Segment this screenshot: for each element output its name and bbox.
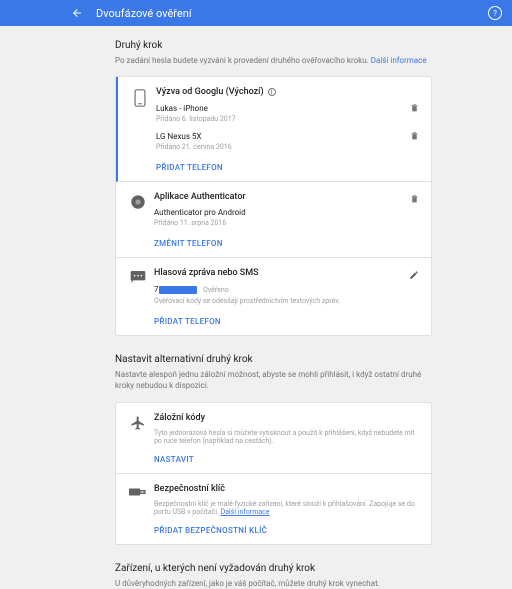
add-phone-button[interactable]: PŘIDAT TELEFON [154, 317, 221, 326]
more-info-link[interactable]: Další informace [371, 56, 427, 65]
step-security-key: Bezpečnostní klíč Bezpečnostní klíč je m… [116, 474, 431, 544]
add-key-button[interactable]: PŘIDAT BEZPEČNOSTNÍ KLÍČ [154, 526, 267, 535]
verified-badge: Ověřeno [203, 286, 229, 294]
change-phone-button[interactable]: ZMĚNIT TELEFON [154, 239, 223, 248]
step-title: Hlasová zpráva nebo SMS [154, 268, 419, 278]
pencil-icon[interactable] [409, 270, 419, 280]
setup-button[interactable]: NASTAVIT [154, 455, 194, 464]
step-sms: Hlasová zpráva nebo SMS 7 Ověřeno Ověřov… [116, 258, 431, 335]
alt-step-card: Záložní kódy Tyto jednorázová hesla si m… [115, 402, 432, 545]
step-title: Bezpečnostní klíč [154, 484, 419, 494]
device-row: Lukas - iPhone [156, 103, 419, 113]
sms-icon [128, 268, 148, 327]
add-phone-button[interactable]: PŘIDAT TELEFON [156, 163, 223, 172]
device-row: LG Nexus 5X [156, 131, 419, 141]
sms-desc: Ověřovací kódy se odesílají prostřednict… [154, 297, 419, 305]
section-title-second-step: Druhý krok [115, 40, 432, 51]
trash-icon[interactable] [409, 103, 419, 113]
section-title-trusted: Zařízení, u kterých není vyžadován druhý… [115, 563, 432, 574]
app-header: Dvoufázové ověření ? [0, 0, 512, 26]
step-title: Výzva od Googlu (Výchozí) i [156, 87, 419, 97]
phone-number-row: 7 Ověřeno [154, 284, 419, 295]
step-google-prompt: Výzva od Googlu (Výchozí) i Lukas - iPho… [116, 77, 431, 182]
section-title-alt: Nastavit alternativní druhý krok [115, 354, 432, 365]
help-icon[interactable]: ? [488, 6, 502, 20]
device-added: Přidáno 21. června 2016 [156, 143, 419, 151]
backup-desc: Tyto jednorázová hesla si můžete vytiskn… [154, 429, 419, 445]
more-info-link[interactable]: Další informace [221, 508, 270, 516]
info-icon[interactable]: i [268, 88, 276, 96]
device-row: Authenticator pro Android [154, 208, 419, 217]
key-desc: Bezpečnostní klíč je malé fyzické zaříze… [154, 500, 419, 516]
second-step-card: Výzva od Googlu (Výchozí) i Lukas - iPho… [115, 76, 432, 336]
page-title: Dvoufázové ověření [96, 7, 192, 20]
key-icon [128, 484, 148, 536]
section-desc-trusted: U důvěryhodných zařízení, jako je váš po… [115, 578, 432, 589]
device-added: Přidáno 11. srpna 2016 [154, 219, 419, 227]
step-authenticator: Aplikace Authenticator Authenticator pro… [116, 182, 431, 258]
section-desc: Po zadání hesla budete vyzváni k provede… [115, 55, 432, 66]
trash-icon[interactable] [409, 194, 419, 204]
step-title: Aplikace Authenticator [154, 192, 419, 202]
device-added: Přidáno 6. listopadu 2017 [156, 115, 419, 123]
section-desc-alt: Nastavte alespoň jednu záložní možnost, … [115, 369, 432, 391]
trash-icon[interactable] [409, 131, 419, 141]
masked-number [159, 286, 197, 294]
plane-icon [128, 413, 148, 465]
back-arrow-icon[interactable] [70, 6, 84, 20]
phone-icon [130, 87, 150, 173]
step-title: Záložní kódy [154, 413, 419, 423]
authenticator-icon [128, 192, 148, 249]
step-backup-codes: Záložní kódy Tyto jednorázová hesla si m… [116, 403, 431, 474]
